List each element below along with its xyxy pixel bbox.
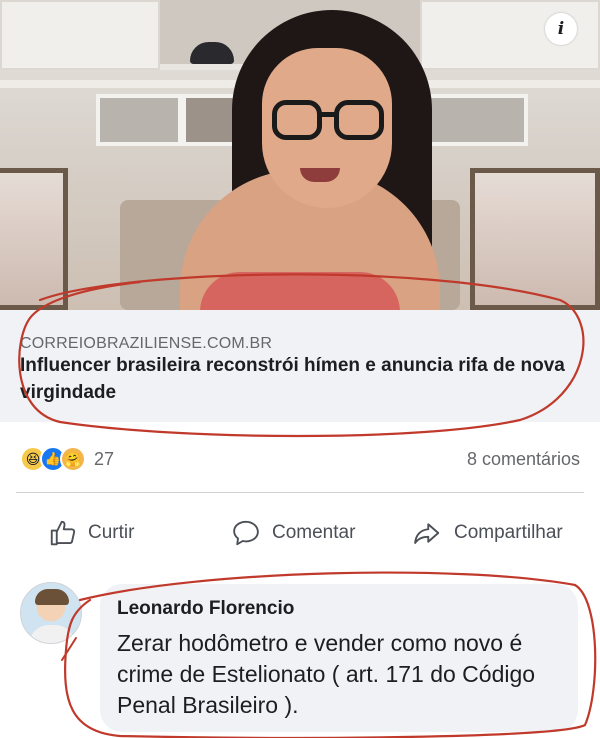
share-arrow-icon — [414, 523, 440, 544]
comment-text: Zerar hodômetro e vender como novo é cri… — [117, 630, 536, 718]
care-icon: 🤗 — [60, 446, 86, 472]
image-cabinet — [0, 0, 160, 70]
image-glasses — [272, 100, 322, 140]
like-label: Curtir — [88, 522, 135, 543]
reaction-count: 27 — [94, 448, 115, 469]
comments-count-link[interactable]: 8 comentários — [467, 449, 580, 470]
comment-button[interactable]: Comentar — [230, 513, 355, 553]
image-person-top — [200, 272, 400, 310]
comment-bubble-icon — [233, 520, 259, 546]
share-button[interactable]: Compartilhar — [410, 513, 563, 553]
image-frame — [418, 94, 528, 146]
comment-author[interactable]: Leonardo Florencio — [117, 598, 294, 620]
avatar-hair — [35, 589, 69, 605]
image-glasses-bridge — [320, 112, 336, 117]
like-button[interactable]: Curtir — [48, 513, 134, 553]
comment-bubble: Leonardo Florencio Zerar hodômetro e ven… — [100, 584, 578, 732]
image-mirror — [0, 168, 68, 310]
share-label: Compartilhar — [454, 522, 563, 543]
image-glasses — [334, 100, 384, 140]
image-frame — [96, 94, 182, 146]
image-mirror — [470, 168, 600, 310]
info-icon[interactable]: i — [545, 13, 577, 45]
avatar[interactable] — [20, 582, 82, 644]
reactions-summary[interactable]: 😆 👍 🤗 27 — [20, 444, 114, 474]
link-headline[interactable]: Influencer brasileira reconstrói hímen e… — [20, 352, 580, 406]
comment-label: Comentar — [272, 522, 356, 543]
link-domain: CORREIOBRAZILIENSE.COM.BR — [20, 335, 273, 352]
post-image[interactable]: i — [0, 0, 600, 310]
avatar-shirt — [29, 625, 75, 643]
thumbs-up-icon — [50, 520, 76, 546]
divider — [16, 492, 584, 493]
